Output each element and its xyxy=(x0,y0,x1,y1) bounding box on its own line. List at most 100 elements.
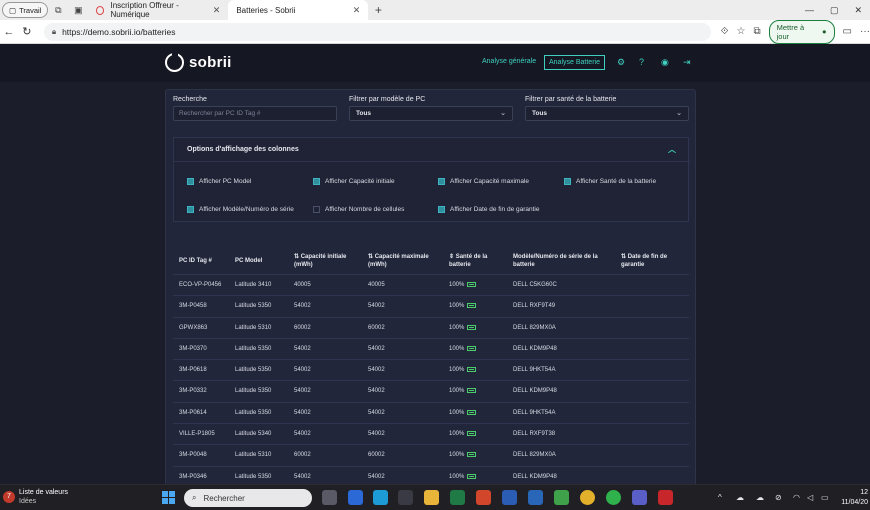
logout-icon[interactable]: ⇥ xyxy=(683,57,691,68)
chevron-up-icon[interactable]: ^ xyxy=(718,493,722,502)
header-cap-max[interactable]: ⇅ Capacité maximale (mWh) xyxy=(368,254,430,269)
file-explorer-icon[interactable] xyxy=(424,490,439,505)
chevron-up-icon[interactable]: ︿ xyxy=(668,144,676,155)
more-icon[interactable]: ··· xyxy=(860,26,870,37)
table-row[interactable]: 3M-P0458 Latitude 5350 54002 54002 100% DELL … xyxy=(173,295,689,316)
table-row[interactable]: VILLE-P1805 Latitude 5340 54002 54002 100% DE… xyxy=(173,423,689,444)
table-row[interactable]: ECO-VP-P0456 Latitude 3410 40005 40005 100% D… xyxy=(173,274,689,295)
sobrii-logo[interactable]: sobrii xyxy=(165,52,232,72)
tab-batteries[interactable]: Batteries - Sobrii ✕ xyxy=(228,0,369,20)
column-options-box: Options d'affichage des colonnes ︿ Affic… xyxy=(173,137,690,222)
settings-icon[interactable]: ⚙ xyxy=(617,57,625,68)
checkbox-icon[interactable] xyxy=(438,206,445,213)
powerpoint-icon[interactable] xyxy=(476,490,491,505)
battery-icon[interactable]: ▭ xyxy=(821,493,829,502)
news-widget[interactable]: 7 Liste de valeurs Idées xyxy=(3,488,68,506)
checkbox-icon[interactable] xyxy=(313,178,320,185)
cell-text: DELL C5KG60C xyxy=(513,282,557,288)
checkbox-icon[interactable] xyxy=(564,178,571,185)
tab-inscription[interactable]: Inscription Offreur - Numérique ✕ xyxy=(88,0,228,20)
refresh-icon[interactable]: ↻ xyxy=(18,25,36,38)
chart-app-icon[interactable] xyxy=(554,490,569,505)
maximize-icon[interactable]: ▢ xyxy=(830,5,839,16)
table-row[interactable]: 3M-P0614 Latitude 5350 54002 54002 100% DELL … xyxy=(173,401,689,423)
collections-icon[interactable]: ⧉ xyxy=(753,26,760,37)
header-model[interactable]: PC Model xyxy=(235,258,262,266)
tab-actions-icon[interactable]: ▣ xyxy=(68,0,88,20)
checkbox-icon[interactable] xyxy=(313,206,320,213)
new-tab-button[interactable]: + xyxy=(368,3,388,17)
checkbox-icon[interactable] xyxy=(187,206,194,213)
extensions-icon[interactable]: ⟐ xyxy=(721,26,729,37)
update-button[interactable]: Mettre à jour ● xyxy=(768,19,835,44)
search-input[interactable]: Rechercher par PC ID Tag # xyxy=(173,106,337,121)
header-cap-init[interactable]: ⇅ Capacité initiale (mWh) xyxy=(294,254,352,269)
table-row[interactable]: GPWX863 Latitude 5310 60002 60002 100% DELL 8… xyxy=(173,316,689,338)
url-text: https://demo.sobrii.io/batteries xyxy=(62,26,176,37)
column-option-0[interactable]: Afficher PC Model xyxy=(187,178,251,185)
header-serial[interactable]: Modèle/Numéro de série de la batterie xyxy=(513,254,603,269)
taskbar-search[interactable]: ⌕ Rechercher xyxy=(184,489,312,507)
cell-text: 54002 xyxy=(294,431,311,438)
back-icon[interactable]: ← xyxy=(0,26,18,38)
battery-icon xyxy=(467,452,477,458)
teams-icon[interactable] xyxy=(632,490,647,505)
mic-muted-icon[interactable]: ⊘ xyxy=(775,493,782,502)
profile-button[interactable]: ▢ Travail xyxy=(2,2,49,18)
store-icon[interactable] xyxy=(398,490,413,505)
table-row[interactable]: 3M-P0618 Latitude 5350 54002 54002 100% DELL … xyxy=(173,359,689,380)
column-options-header[interactable]: Options d'affichage des colonnes ︿ xyxy=(174,138,690,162)
checkbox-icon[interactable] xyxy=(438,178,445,185)
lock-icon[interactable]: 🔒︎ xyxy=(52,27,56,37)
onedrive-icon[interactable]: ☁ xyxy=(756,493,764,502)
cell-text: 3M-P0458 xyxy=(179,303,207,310)
acrobat-icon[interactable] xyxy=(658,490,673,505)
whatsapp-icon[interactable] xyxy=(606,490,621,505)
cell-text: 54002 xyxy=(368,431,385,438)
close-icon[interactable]: ✕ xyxy=(213,5,221,16)
cloud-icon[interactable]: ☁ xyxy=(736,493,744,502)
user-icon[interactable]: ◉ xyxy=(661,57,669,68)
outlook-icon[interactable] xyxy=(348,490,363,505)
edge-icon[interactable] xyxy=(373,490,388,505)
battery-icon xyxy=(467,409,477,415)
browser-tab-bar: ▢ Travail ⧉ ▣ Inscription Offreur - Numé… xyxy=(0,0,870,20)
cell-model: Latitude 5310 xyxy=(235,452,271,458)
column-option-3[interactable]: Afficher Santé de la batterie xyxy=(564,178,656,185)
word-icon[interactable] xyxy=(502,490,517,505)
column-option-2[interactable]: Afficher Capacité maximale xyxy=(438,178,529,185)
column-option-1[interactable]: Afficher Capacité initiale xyxy=(313,178,395,185)
checkbox-icon[interactable] xyxy=(187,178,194,185)
screen-share-icon[interactable]: ▭ xyxy=(843,26,852,37)
chrome-icon[interactable] xyxy=(580,490,595,505)
model-filter-select[interactable]: Tous ⌄ xyxy=(349,106,513,121)
outlook-new-icon[interactable] xyxy=(528,490,543,505)
workspaces-icon[interactable]: ⧉ xyxy=(48,0,68,20)
table-row[interactable]: 3M-P0332 Latitude 5350 54002 54002 100% DELL … xyxy=(173,380,689,401)
favorites-icon[interactable]: ☆ xyxy=(737,26,746,37)
task-view-icon[interactable] xyxy=(322,490,337,505)
header-warranty[interactable]: ⇅ Date de fin de garantie xyxy=(621,254,677,269)
url-field[interactable]: 🔒︎ https://demo.sobrii.io/batteries xyxy=(43,22,711,41)
header-health[interactable]: ⇕ Santé de la batterie xyxy=(449,254,497,269)
volume-icon[interactable]: ◁ xyxy=(807,493,813,502)
table-row[interactable]: 3M-P0048 Latitude 5310 60002 60002 100% DELL … xyxy=(173,444,689,465)
nav-battery-analysis[interactable]: Analyse Batterie xyxy=(544,55,605,70)
column-option-5[interactable]: Afficher Nombre de cellules xyxy=(313,206,404,213)
windows-start-icon[interactable] xyxy=(162,491,175,504)
nav-general-analysis[interactable]: Analyse générale xyxy=(482,58,536,65)
clock[interactable]: 12 11/04/20 xyxy=(841,488,868,508)
table-row[interactable]: 3M-P0370 Latitude 5350 54002 54002 100% DELL … xyxy=(173,337,689,359)
close-icon[interactable]: ✕ xyxy=(353,5,361,16)
header-id[interactable]: PC ID Tag # xyxy=(179,258,212,266)
wifi-icon[interactable]: ◠ xyxy=(793,493,800,502)
news-subtitle: Idées xyxy=(19,498,37,505)
excel-icon[interactable] xyxy=(450,490,465,505)
tab-favicon xyxy=(96,5,105,15)
column-option-6[interactable]: Afficher Date de fin de garantie xyxy=(438,206,540,213)
help-icon[interactable]: ? xyxy=(639,57,644,67)
health-filter-select[interactable]: Tous ⌄ xyxy=(525,106,689,121)
minimize-icon[interactable]: — xyxy=(805,5,814,16)
column-option-4[interactable]: Afficher Modèle/Numéro de série xyxy=(187,206,294,213)
close-window-icon[interactable]: ✕ xyxy=(854,5,862,16)
